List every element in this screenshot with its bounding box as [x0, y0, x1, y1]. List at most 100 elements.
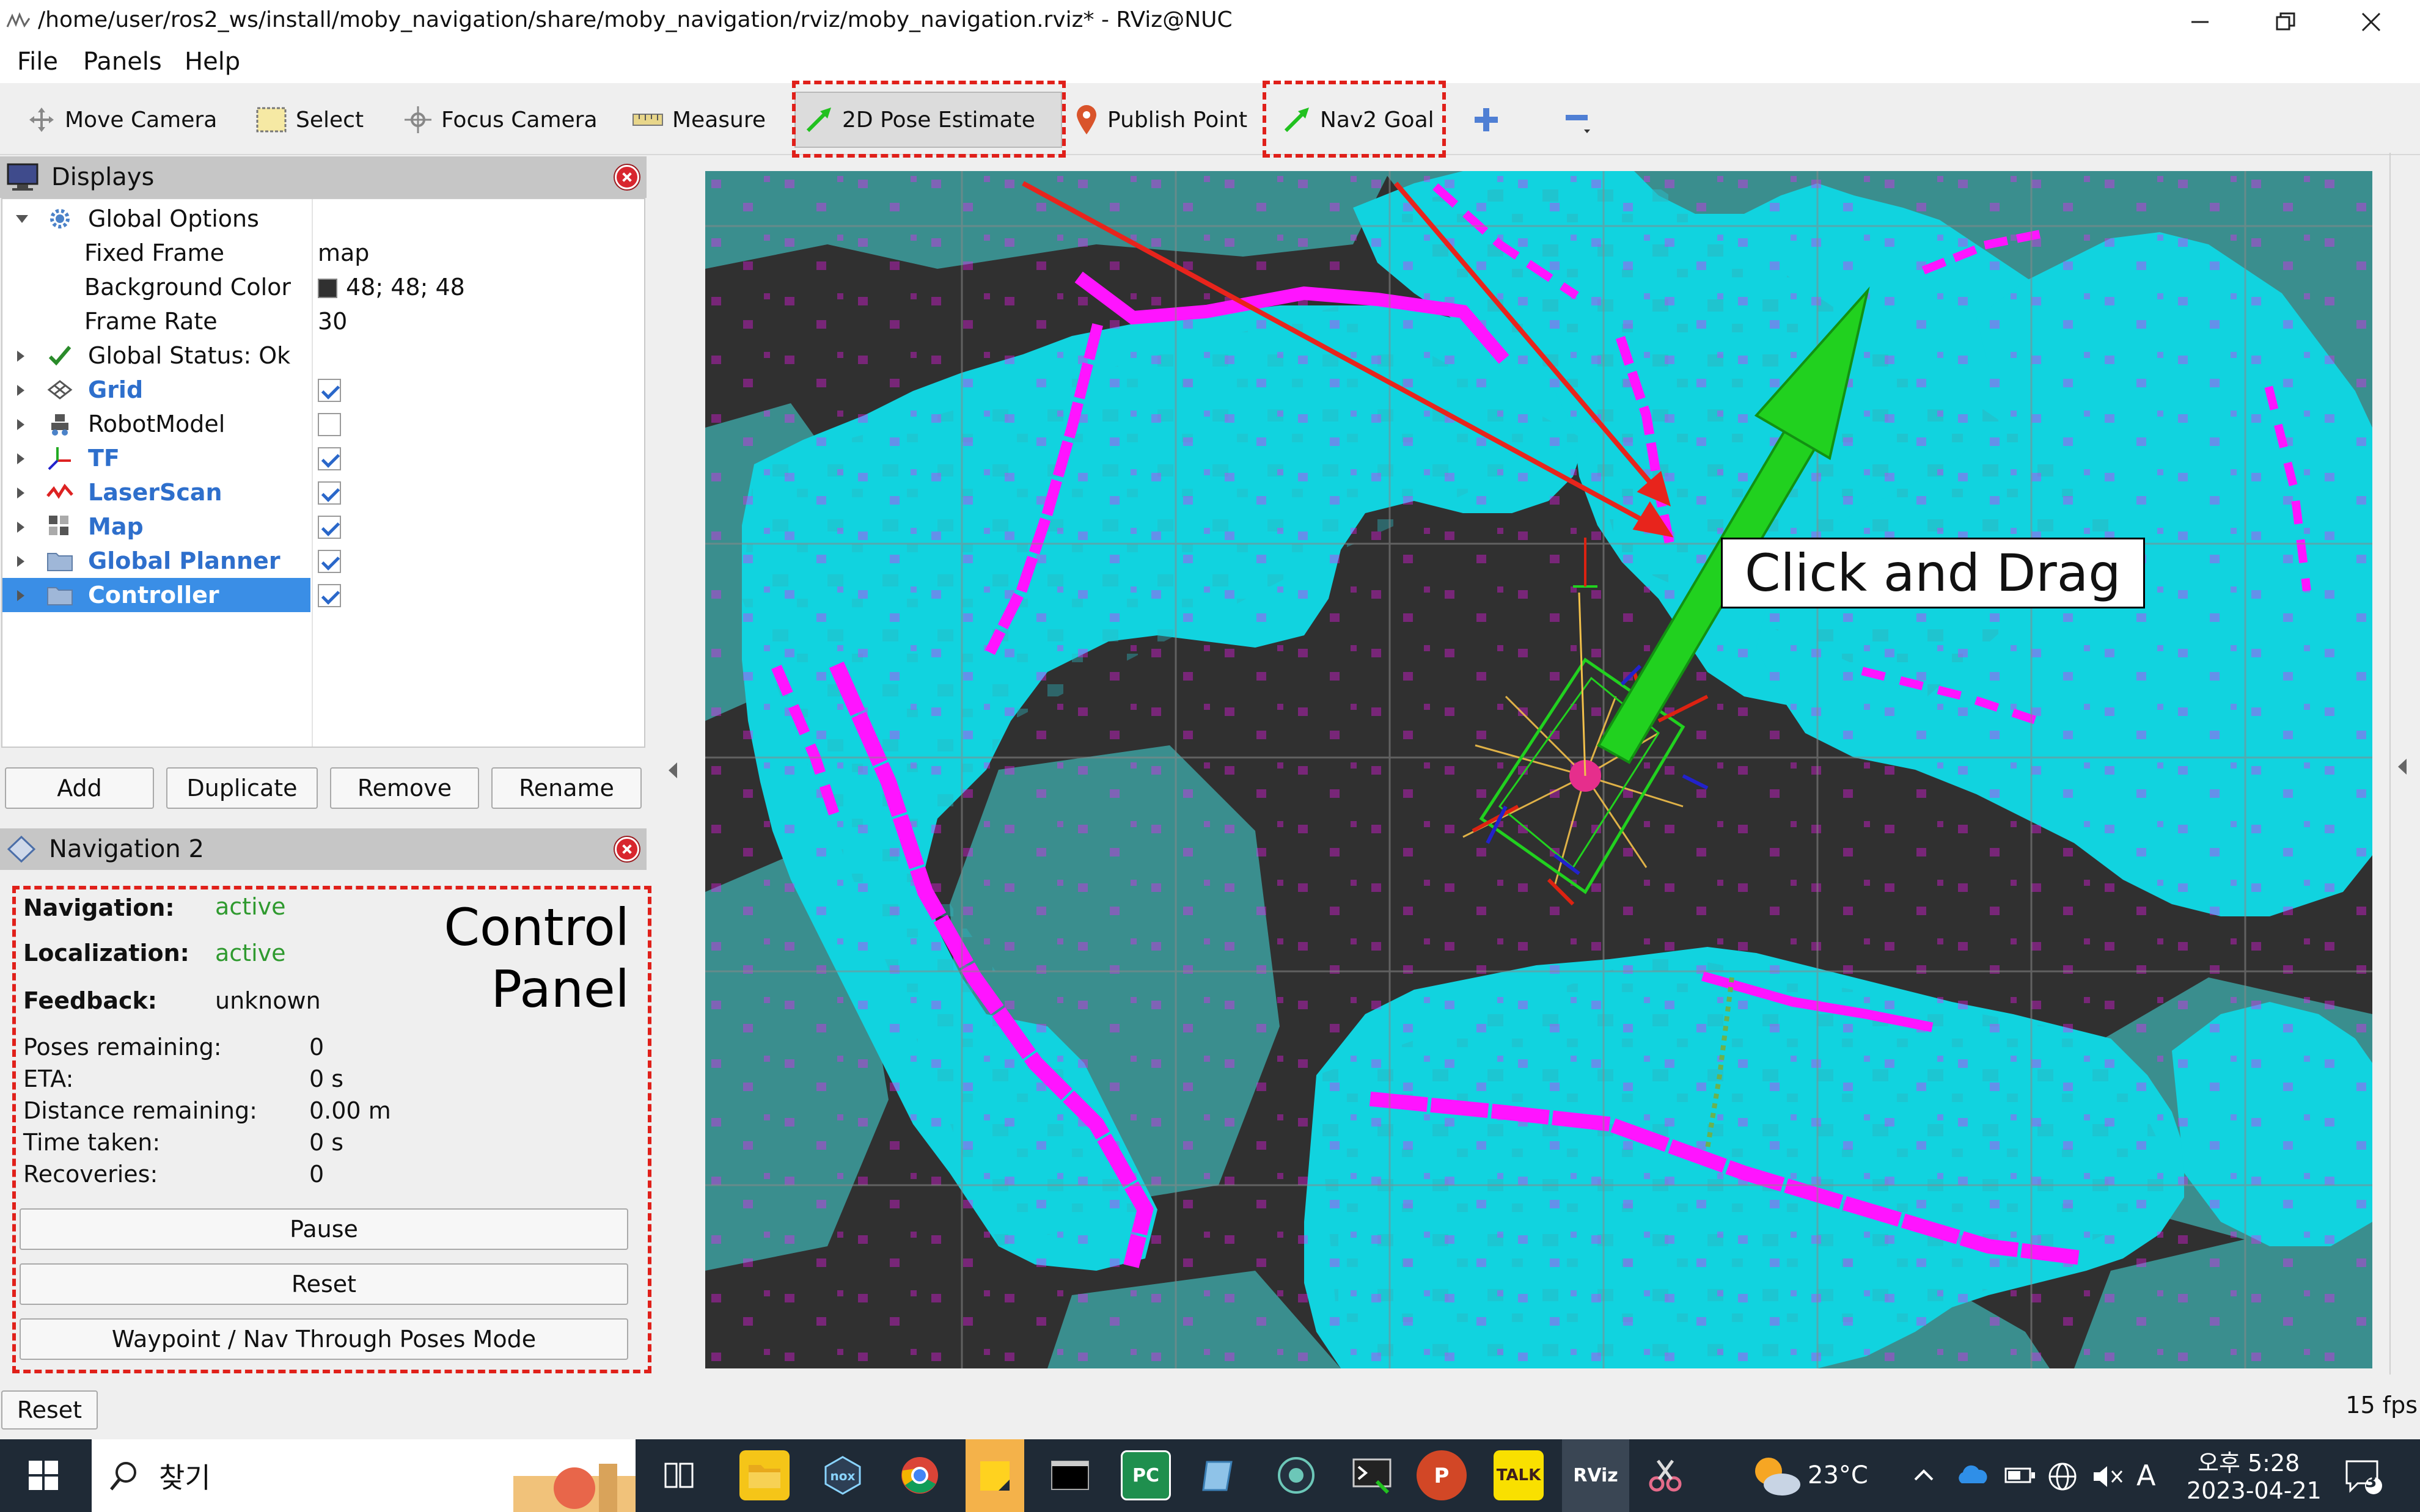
publish-point-tool[interactable]: Publish Point: [1066, 92, 1256, 148]
clock-time[interactable]: 오후 5:28: [2198, 1444, 2300, 1478]
close-displays-icon[interactable]: [615, 165, 639, 189]
background-color-row[interactable]: Background Color 48; 48; 48: [2, 270, 644, 304]
pycharm-button[interactable]: PC: [1121, 1450, 1171, 1500]
move-camera-tool[interactable]: Move Camera: [18, 92, 226, 148]
expand-arrow-icon[interactable]: [17, 590, 24, 601]
terminal-button[interactable]: [1045, 1450, 1095, 1500]
duplicate-display-button[interactable]: Duplicate: [166, 767, 318, 809]
add-tool-button[interactable]: [1464, 92, 1508, 148]
display-item-robotmodel[interactable]: RobotModel: [2, 407, 644, 441]
ime-indicator[interactable]: A: [2136, 1459, 2155, 1492]
status-reset-button[interactable]: Reset: [1, 1390, 98, 1430]
notification-icon[interactable]: [2344, 1458, 2385, 1496]
powerpoint-icon: P: [1434, 1464, 1450, 1488]
robot-icon: [51, 414, 68, 436]
chevron-up-icon[interactable]: [1913, 1466, 1935, 1483]
nav2-title: Navigation 2: [49, 835, 204, 863]
select-tool[interactable]: Select: [247, 92, 372, 148]
close-window-button[interactable]: [2328, 0, 2414, 44]
minimize-button[interactable]: [2157, 0, 2243, 44]
speaker-muted-icon[interactable]: [2091, 1463, 2124, 1491]
menu-file[interactable]: File: [17, 48, 58, 76]
start-button[interactable]: [18, 1450, 68, 1500]
fixed-frame-row[interactable]: Fixed Frame map: [2, 236, 644, 270]
snipping-tool-button[interactable]: [1640, 1450, 1690, 1500]
svg-text:nox: nox: [831, 1469, 856, 1483]
display-item-tf[interactable]: TF: [2, 441, 644, 475]
displays-tree: Global Options Fixed Frame map Backgroun…: [1, 198, 645, 748]
rename-display-button[interactable]: Rename: [491, 767, 642, 809]
nox-player-button[interactable]: nox: [818, 1450, 868, 1500]
restore-button[interactable]: [2243, 0, 2328, 44]
expand-arrow-icon[interactable]: [17, 385, 24, 396]
sticky-note-icon: [980, 1461, 1010, 1491]
taskbar-search[interactable]: 찾기: [92, 1439, 636, 1512]
3d-viewport[interactable]: Click and Drag: [705, 171, 2372, 1368]
file-explorer-button[interactable]: [739, 1450, 790, 1500]
select-icon: [256, 107, 287, 133]
grid-icon: [47, 380, 73, 400]
add-display-button[interactable]: Add: [5, 767, 154, 809]
remove-display-button[interactable]: Remove: [330, 767, 479, 809]
expand-arrow-icon[interactable]: [17, 488, 24, 499]
globe-icon[interactable]: [2047, 1461, 2078, 1492]
checkbox-map[interactable]: [318, 516, 341, 539]
clock-date[interactable]: 2023-04-21: [2187, 1477, 2322, 1504]
kakaotalk-label: TALK: [1496, 1466, 1541, 1485]
expand-arrow-icon[interactable]: [17, 351, 24, 362]
expand-arrow-icon[interactable]: [17, 556, 24, 567]
task-view-button[interactable]: [654, 1450, 704, 1500]
xlaunch-button[interactable]: [1347, 1450, 1397, 1500]
notepad-button[interactable]: [1194, 1450, 1244, 1500]
highlight-control-panel: [12, 886, 651, 1373]
display-item-controller[interactable]: Controller: [2, 578, 644, 612]
menu-panels[interactable]: Panels: [83, 48, 162, 76]
fixed-frame-value[interactable]: map: [318, 239, 369, 266]
collapse-right-icon[interactable]: [2397, 758, 2409, 776]
battery-icon[interactable]: [2004, 1466, 2036, 1485]
display-item-map[interactable]: Map: [2, 509, 644, 544]
nav2-header: Navigation 2: [0, 828, 647, 870]
focus-camera-tool[interactable]: Focus Camera: [395, 92, 606, 148]
measure-tool[interactable]: Measure: [623, 92, 774, 148]
display-label-controller: Controller: [88, 582, 219, 608]
powerpoint-button[interactable]: P: [1417, 1450, 1467, 1500]
rviz-taskbar-button[interactable]: RViz: [1562, 1439, 1629, 1512]
close-nav2-icon[interactable]: [615, 837, 639, 861]
background-color-value[interactable]: 48; 48; 48: [318, 274, 465, 301]
expand-arrow-icon[interactable]: [17, 419, 24, 430]
expand-arrow-icon[interactable]: [16, 215, 28, 223]
display-item-grid[interactable]: Grid: [2, 373, 644, 407]
expand-arrow-icon[interactable]: [17, 453, 24, 464]
global-status-row[interactable]: Global Status: Ok: [2, 338, 644, 373]
checkbox-robotmodel[interactable]: [318, 413, 341, 436]
display-item-laserscan[interactable]: LaserScan: [2, 475, 644, 509]
display-label-robotmodel: RobotModel: [88, 411, 226, 437]
color-swatch: [318, 279, 337, 298]
expand-arrow-icon[interactable]: [17, 522, 24, 533]
weather-temperature[interactable]: 23°C: [1808, 1461, 1868, 1489]
menu-help[interactable]: Help: [185, 48, 240, 76]
sticky-notes-button[interactable]: [966, 1439, 1024, 1512]
cloud-icon[interactable]: [1956, 1464, 1990, 1486]
checkbox-global-planner[interactable]: [318, 550, 341, 573]
checkbox-controller[interactable]: [318, 584, 341, 607]
map-icon: [49, 516, 68, 535]
kakaotalk-button[interactable]: TALK: [1494, 1450, 1544, 1500]
checkbox-grid[interactable]: [318, 379, 341, 402]
search-highlight-illustration: [513, 1464, 636, 1512]
frame-rate-label: Frame Rate: [84, 308, 218, 335]
global-options-row[interactable]: Global Options: [2, 202, 644, 236]
notepad-icon: [1202, 1461, 1233, 1491]
frame-rate-value[interactable]: 30: [318, 308, 347, 335]
global-options-label: Global Options: [88, 205, 259, 232]
checkbox-laserscan[interactable]: [318, 481, 341, 505]
remove-tool-button[interactable]: [1555, 92, 1602, 148]
display-item-global-planner[interactable]: Global Planner: [2, 544, 644, 578]
chrome-button[interactable]: [895, 1450, 945, 1500]
app-circle-button[interactable]: [1271, 1450, 1321, 1500]
collapse-left-icon[interactable]: [666, 761, 680, 780]
search-icon: [110, 1461, 136, 1491]
frame-rate-row[interactable]: Frame Rate 30: [2, 304, 644, 338]
checkbox-tf[interactable]: [318, 447, 341, 470]
